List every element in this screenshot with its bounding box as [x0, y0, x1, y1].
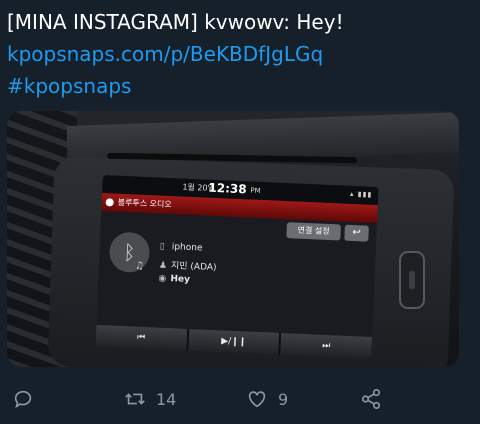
- artist-row: ♟ 지민 (ADA): [158, 258, 217, 274]
- phone-icon: ▯: [159, 241, 165, 252]
- track-name: Hey: [170, 274, 191, 285]
- retweet-button[interactable]: 14: [124, 388, 176, 410]
- like-count: 9: [278, 389, 289, 409]
- artist-name: 지민 (ADA): [170, 261, 217, 274]
- track-row: ◉ Hey: [158, 274, 190, 285]
- reply-button[interactable]: [12, 388, 44, 410]
- signal-icons: ▴ ▮▮▮: [349, 189, 373, 199]
- retweet-count: 14: [156, 389, 177, 409]
- status-time: 12:38: [208, 180, 247, 197]
- like-button[interactable]: 9: [246, 388, 288, 410]
- side-button: [399, 251, 425, 309]
- back-icon: ↩: [344, 224, 369, 242]
- play-pause-icon: ▶/❙❙: [187, 328, 280, 355]
- tweet-text: [MINA INSTAGRAM] kvwowv: Hey! kpopsnaps.…: [7, 6, 474, 102]
- screen-title: 블루투스 오디오: [117, 197, 172, 210]
- hashtag-link[interactable]: #kpopsnaps: [7, 70, 474, 102]
- previous-icon: ⏮: [95, 324, 187, 351]
- status-ampm: PM: [250, 186, 261, 195]
- car-screen: 1월 20일 12:38 PM ▴ ▮▮▮ 블루투스 오디오 연결 설정 ↩ ᛒ…: [95, 175, 379, 359]
- device-row: ▯ iphone: [160, 242, 203, 254]
- music-note-icon: ♫: [134, 260, 145, 272]
- person-icon: ♟: [158, 260, 168, 271]
- tweet-actions: 14 9: [0, 376, 480, 420]
- share-icon: [361, 389, 381, 409]
- home-icon: [105, 198, 114, 207]
- bluetooth-icon: ᛒ: [108, 231, 151, 274]
- reply-icon: [14, 390, 32, 409]
- device-name: iphone: [171, 242, 203, 254]
- tweet-line-title: [MINA INSTAGRAM] kvwowv: Hey!: [7, 10, 344, 34]
- tweet-link[interactable]: kpopsnaps.com/p/BeKBDfJgLGq: [7, 38, 474, 70]
- retweet-icon: [125, 393, 145, 405]
- connect-settings-button: 연결 설정: [286, 222, 341, 241]
- disc-icon: ◉: [158, 273, 167, 284]
- next-icon: ⏭: [280, 333, 373, 359]
- heart-icon: [248, 391, 266, 408]
- share-button[interactable]: [360, 388, 382, 410]
- tweet-media-image[interactable]: 1월 20일 12:38 PM ▴ ▮▮▮ 블루투스 오디오 연결 설정 ↩ ᛒ…: [7, 111, 459, 367]
